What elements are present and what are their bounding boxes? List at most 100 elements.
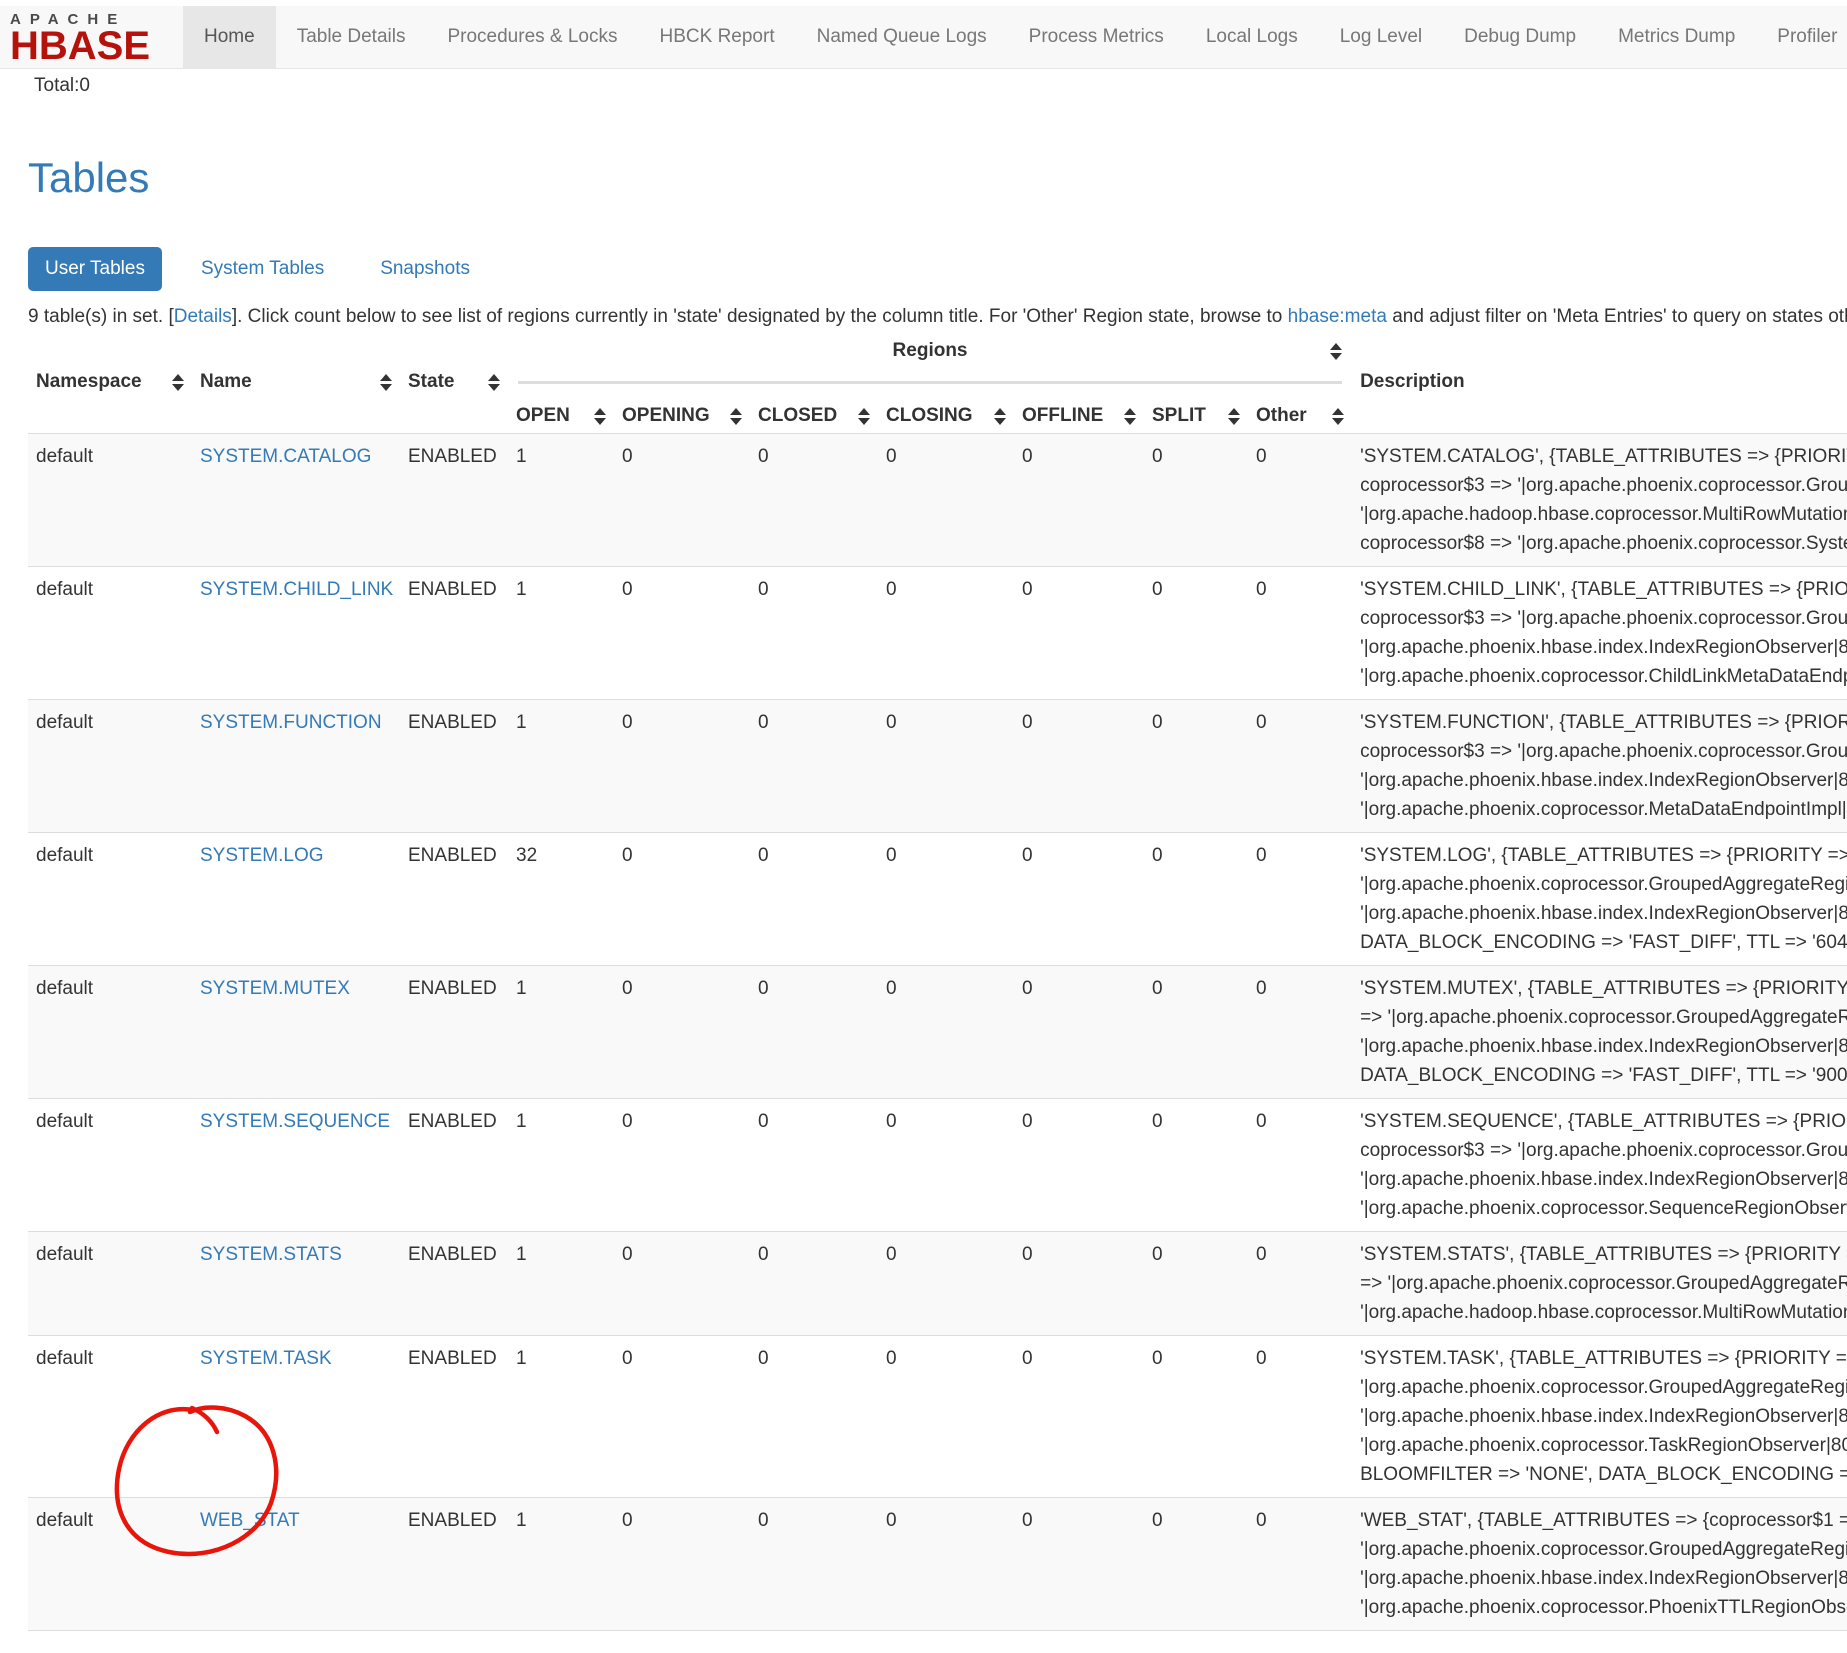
nav-item-link[interactable]: Debug Dump <box>1443 6 1597 68</box>
nav-item-link[interactable]: Process Metrics <box>1008 6 1185 68</box>
nav-item-link[interactable]: Profiler <box>1756 6 1847 68</box>
table-name-link[interactable]: SYSTEM.FUNCTION <box>200 712 382 733</box>
cell-offline-count[interactable]: 0 <box>1014 1498 1144 1631</box>
tab-snapshots[interactable]: Snapshots <box>363 247 487 291</box>
nav-item-link[interactable]: Procedures & Locks <box>426 6 638 68</box>
cell-open-count[interactable]: 1 <box>508 1099 614 1232</box>
cell-other-count[interactable]: 0 <box>1248 833 1352 966</box>
cell-opening-count[interactable]: 0 <box>614 833 750 966</box>
cell-split-count[interactable]: 0 <box>1144 434 1248 567</box>
cell-split-count[interactable]: 0 <box>1144 1232 1248 1336</box>
nav-item[interactable]: Local Logs <box>1185 6 1319 68</box>
cell-open-count[interactable]: 1 <box>508 700 614 833</box>
table-name-link[interactable]: SYSTEM.LOG <box>200 845 324 866</box>
table-name-link[interactable]: SYSTEM.MUTEX <box>200 978 350 999</box>
hbase-meta-link[interactable]: hbase:meta <box>1288 306 1387 327</box>
cell-split-count[interactable]: 0 <box>1144 966 1248 1099</box>
column-header-open[interactable]: OPEN <box>508 399 614 434</box>
cell-open-count[interactable]: 1 <box>508 966 614 1099</box>
column-header-closing[interactable]: CLOSING <box>878 399 1014 434</box>
tab-system-tables[interactable]: System Tables <box>184 247 341 291</box>
cell-closing-count[interactable]: 0 <box>878 1232 1014 1336</box>
cell-closing-count[interactable]: 0 <box>878 833 1014 966</box>
cell-closed-count[interactable]: 0 <box>750 700 878 833</box>
cell-closing-count[interactable]: 0 <box>878 1498 1014 1631</box>
nav-item[interactable]: Procedures & Locks <box>426 6 638 68</box>
details-link[interactable]: Details <box>174 306 232 327</box>
cell-open-count[interactable]: 32 <box>508 833 614 966</box>
cell-closed-count[interactable]: 0 <box>750 833 878 966</box>
hbase-logo[interactable]: APACHE HBASE <box>10 11 182 63</box>
sort-icon[interactable] <box>1332 408 1344 425</box>
sort-icon[interactable] <box>1124 408 1136 425</box>
cell-opening-count[interactable]: 0 <box>614 1232 750 1336</box>
nav-item[interactable]: Home <box>183 6 276 68</box>
cell-other-count[interactable]: 0 <box>1248 434 1352 567</box>
cell-offline-count[interactable]: 0 <box>1014 1336 1144 1498</box>
cell-closing-count[interactable]: 0 <box>878 700 1014 833</box>
cell-closed-count[interactable]: 0 <box>750 567 878 700</box>
sort-icon[interactable] <box>994 408 1006 425</box>
cell-offline-count[interactable]: 0 <box>1014 700 1144 833</box>
cell-offline-count[interactable]: 0 <box>1014 833 1144 966</box>
sort-icon[interactable] <box>1228 408 1240 425</box>
cell-opening-count[interactable]: 0 <box>614 966 750 1099</box>
nav-item-link[interactable]: Metrics Dump <box>1597 6 1756 68</box>
table-name-link[interactable]: WEB_STAT <box>200 1510 300 1531</box>
cell-offline-count[interactable]: 0 <box>1014 434 1144 567</box>
nav-item-link[interactable]: Log Level <box>1319 6 1443 68</box>
cell-closing-count[interactable]: 0 <box>878 966 1014 1099</box>
cell-closing-count[interactable]: 0 <box>878 1099 1014 1232</box>
cell-open-count[interactable]: 1 <box>508 1498 614 1631</box>
cell-closed-count[interactable]: 0 <box>750 1498 878 1631</box>
cell-other-count[interactable]: 0 <box>1248 567 1352 700</box>
cell-opening-count[interactable]: 0 <box>614 567 750 700</box>
sort-icon[interactable] <box>594 408 606 425</box>
nav-item-link[interactable]: Local Logs <box>1185 6 1319 68</box>
cell-closed-count[interactable]: 0 <box>750 1336 878 1498</box>
column-header-other[interactable]: Other <box>1248 399 1352 434</box>
cell-split-count[interactable]: 0 <box>1144 833 1248 966</box>
cell-offline-count[interactable]: 0 <box>1014 1099 1144 1232</box>
column-header-split[interactable]: SPLIT <box>1144 399 1248 434</box>
cell-split-count[interactable]: 0 <box>1144 567 1248 700</box>
cell-closed-count[interactable]: 0 <box>750 434 878 567</box>
cell-offline-count[interactable]: 0 <box>1014 1232 1144 1336</box>
cell-opening-count[interactable]: 0 <box>614 1336 750 1498</box>
cell-other-count[interactable]: 0 <box>1248 1099 1352 1232</box>
nav-item-link[interactable]: Home <box>183 6 276 68</box>
cell-open-count[interactable]: 1 <box>508 1232 614 1336</box>
table-name-link[interactable]: SYSTEM.CHILD_LINK <box>200 579 393 600</box>
cell-offline-count[interactable]: 0 <box>1014 567 1144 700</box>
cell-open-count[interactable]: 1 <box>508 1336 614 1498</box>
column-header-closed[interactable]: CLOSED <box>750 399 878 434</box>
cell-split-count[interactable]: 0 <box>1144 1498 1248 1631</box>
nav-item[interactable]: HBCK Report <box>639 6 796 68</box>
nav-item-link[interactable]: Table Details <box>276 6 427 68</box>
cell-other-count[interactable]: 0 <box>1248 966 1352 1099</box>
cell-open-count[interactable]: 1 <box>508 434 614 567</box>
nav-item-link[interactable]: Named Queue Logs <box>796 6 1008 68</box>
cell-opening-count[interactable]: 0 <box>614 434 750 567</box>
cell-opening-count[interactable]: 0 <box>614 1099 750 1232</box>
nav-item[interactable]: Debug Dump <box>1443 6 1597 68</box>
nav-item[interactable]: Metrics Dump <box>1597 6 1756 68</box>
table-name-link[interactable]: SYSTEM.CATALOG <box>200 446 371 467</box>
sort-icon[interactable] <box>172 374 184 391</box>
table-name-link[interactable]: SYSTEM.STATS <box>200 1244 342 1265</box>
column-header-namespace[interactable]: Namespace <box>28 365 192 399</box>
nav-item[interactable]: Profiler <box>1756 6 1847 68</box>
cell-other-count[interactable]: 0 <box>1248 1336 1352 1498</box>
cell-other-count[interactable]: 0 <box>1248 700 1352 833</box>
sort-icon[interactable] <box>858 408 870 425</box>
regions-group-header[interactable]: Regions <box>508 335 1352 365</box>
cell-closed-count[interactable]: 0 <box>750 1099 878 1232</box>
cell-opening-count[interactable]: 0 <box>614 1498 750 1631</box>
cell-closed-count[interactable]: 0 <box>750 1232 878 1336</box>
cell-offline-count[interactable]: 0 <box>1014 966 1144 1099</box>
nav-item[interactable]: Process Metrics <box>1008 6 1185 68</box>
cell-other-count[interactable]: 0 <box>1248 1232 1352 1336</box>
tab-user-tables[interactable]: User Tables <box>28 247 162 291</box>
cell-open-count[interactable]: 1 <box>508 567 614 700</box>
cell-split-count[interactable]: 0 <box>1144 700 1248 833</box>
